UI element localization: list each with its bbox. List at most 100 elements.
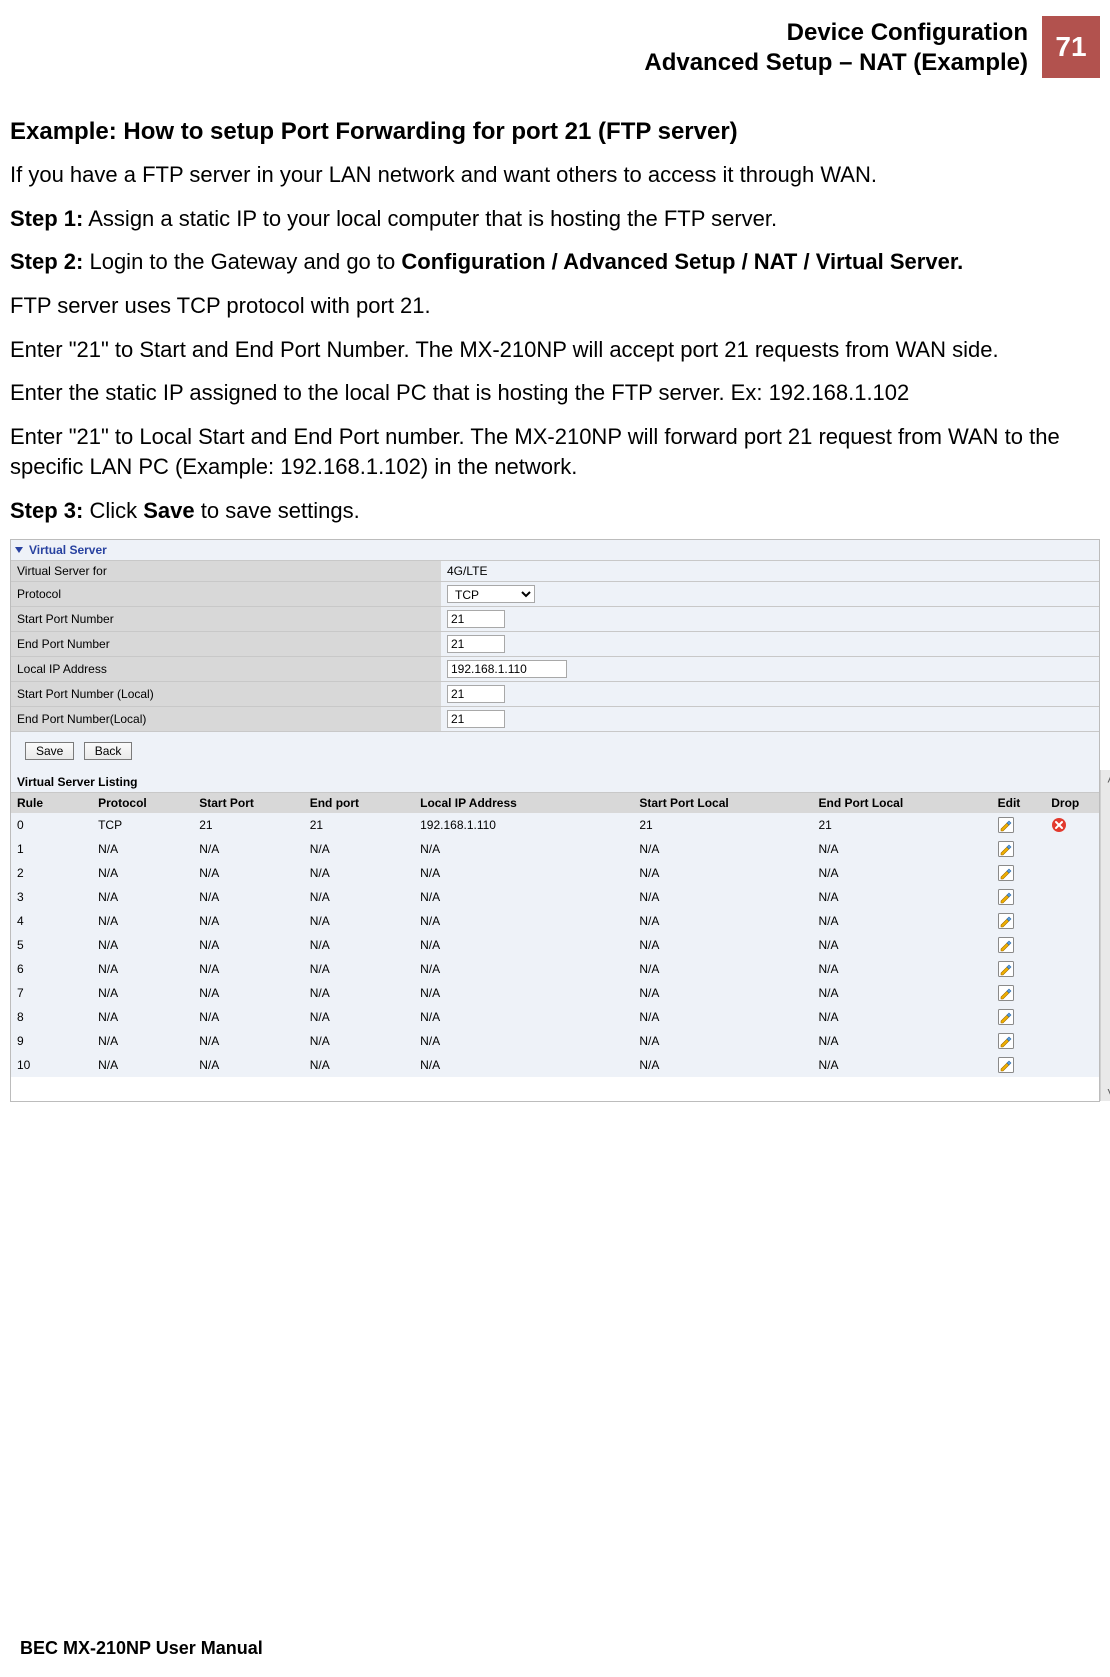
row-end-port-local: End Port Number(Local) (11, 707, 1099, 732)
col-rule: Rule (11, 793, 92, 814)
table-cell: TCP (92, 813, 193, 837)
edit-icon[interactable] (998, 985, 1014, 1001)
edit-cell (992, 885, 1046, 909)
local-ip-input[interactable] (447, 660, 567, 678)
local-ports-paragraph: Enter "21" to Local Start and End Port n… (10, 422, 1100, 481)
table-cell: N/A (813, 933, 992, 957)
table-cell: N/A (633, 981, 812, 1005)
step-2: Step 2: Login to the Gateway and go to C… (10, 247, 1100, 277)
table-row: 2N/AN/AN/AN/AN/AN/A (11, 861, 1099, 885)
drop-cell (1045, 1029, 1099, 1053)
table-cell: N/A (633, 957, 812, 981)
col-start-local: Start Port Local (633, 793, 812, 814)
protocol-select[interactable]: TCP (447, 585, 535, 603)
edit-cell (992, 1029, 1046, 1053)
page-number-badge: 71 (1042, 16, 1100, 78)
col-end-port: End port (304, 793, 414, 814)
virtual-server-listing: Virtual Server Listing Rule Protocol Sta… (11, 770, 1099, 1077)
table-row: 7N/AN/AN/AN/AN/AN/A (11, 981, 1099, 1005)
table-cell: N/A (304, 909, 414, 933)
label-end-port-local: End Port Number(Local) (11, 707, 441, 731)
edit-icon[interactable] (998, 817, 1014, 833)
table-cell: N/A (813, 909, 992, 933)
listing-title: Virtual Server Listing (11, 770, 1099, 793)
collapse-icon[interactable] (15, 547, 23, 553)
edit-icon[interactable] (998, 865, 1014, 881)
edit-cell (992, 861, 1046, 885)
drop-cell (1045, 861, 1099, 885)
table-row: 4N/AN/AN/AN/AN/AN/A (11, 909, 1099, 933)
panel-title-virtual-server: Virtual Server (11, 540, 1099, 561)
label-start-port-local: Start Port Number (Local) (11, 682, 441, 706)
scrollbar[interactable]: ˄ ˅ (1100, 770, 1110, 1101)
drop-cell (1045, 813, 1099, 837)
col-start-port: Start Port (193, 793, 304, 814)
table-cell: N/A (414, 837, 633, 861)
table-cell: N/A (193, 861, 304, 885)
label-end-port: End Port Number (11, 632, 441, 656)
edit-icon[interactable] (998, 913, 1014, 929)
label-start-port: Start Port Number (11, 607, 441, 631)
row-start-port: Start Port Number (11, 607, 1099, 632)
intro-paragraph: If you have a FTP server in your LAN net… (10, 160, 1100, 190)
edit-cell (992, 957, 1046, 981)
table-cell: N/A (414, 909, 633, 933)
label-local-ip: Local IP Address (11, 657, 441, 681)
table-cell: 10 (11, 1053, 92, 1077)
page-header: Device Configuration Advanced Setup – NA… (10, 16, 1100, 78)
drop-cell (1045, 909, 1099, 933)
table-cell: N/A (813, 837, 992, 861)
col-drop: Drop (1045, 793, 1099, 814)
edit-icon[interactable] (998, 1057, 1014, 1073)
save-button[interactable]: Save (25, 742, 74, 760)
virtual-server-listing-wrap: Virtual Server Listing Rule Protocol Sta… (11, 770, 1099, 1101)
table-cell: N/A (813, 1005, 992, 1029)
table-cell: N/A (414, 933, 633, 957)
table-cell: N/A (92, 957, 193, 981)
table-row: 0TCP2121192.168.1.1102121 (11, 813, 1099, 837)
start-port-input[interactable] (447, 610, 505, 628)
table-cell: 1 (11, 837, 92, 861)
start-port-local-input[interactable] (447, 685, 505, 703)
table-cell: N/A (304, 933, 414, 957)
table-cell: N/A (813, 981, 992, 1005)
table-row: 6N/AN/AN/AN/AN/AN/A (11, 957, 1099, 981)
table-cell: N/A (633, 1053, 812, 1077)
protocol-paragraph: FTP server uses TCP protocol with port 2… (10, 291, 1100, 321)
table-cell: 6 (11, 957, 92, 981)
table-cell: 21 (304, 813, 414, 837)
table-cell: N/A (92, 1053, 193, 1077)
table-cell: N/A (633, 885, 812, 909)
table-cell: 7 (11, 981, 92, 1005)
row-virtual-server-for: Virtual Server for 4G/LTE (11, 561, 1099, 582)
col-local-ip: Local IP Address (414, 793, 633, 814)
table-cell: N/A (92, 885, 193, 909)
end-port-input[interactable] (447, 635, 505, 653)
table-cell: N/A (813, 1029, 992, 1053)
drop-cell (1045, 885, 1099, 909)
edit-icon[interactable] (998, 889, 1014, 905)
row-start-port-local: Start Port Number (Local) (11, 682, 1099, 707)
table-cell: N/A (193, 909, 304, 933)
table-cell: 3 (11, 885, 92, 909)
edit-icon[interactable] (998, 1033, 1014, 1049)
table-cell: N/A (414, 1005, 633, 1029)
table-cell: 4 (11, 909, 92, 933)
table-cell: N/A (193, 957, 304, 981)
back-button[interactable]: Back (84, 742, 133, 760)
edit-icon[interactable] (998, 937, 1014, 953)
drop-icon[interactable] (1051, 817, 1067, 833)
table-cell: N/A (193, 885, 304, 909)
drop-cell (1045, 1053, 1099, 1077)
edit-icon[interactable] (998, 1009, 1014, 1025)
header-title-line2: Advanced Setup – NAT (Example) (644, 48, 1028, 78)
table-cell: N/A (193, 1053, 304, 1077)
static-ip-paragraph: Enter the static IP assigned to the loca… (10, 378, 1100, 408)
edit-icon[interactable] (998, 961, 1014, 977)
row-end-port: End Port Number (11, 632, 1099, 657)
end-port-local-input[interactable] (447, 710, 505, 728)
table-cell: 192.168.1.110 (414, 813, 633, 837)
table-cell: 5 (11, 933, 92, 957)
table-cell: 21 (633, 813, 812, 837)
edit-icon[interactable] (998, 841, 1014, 857)
